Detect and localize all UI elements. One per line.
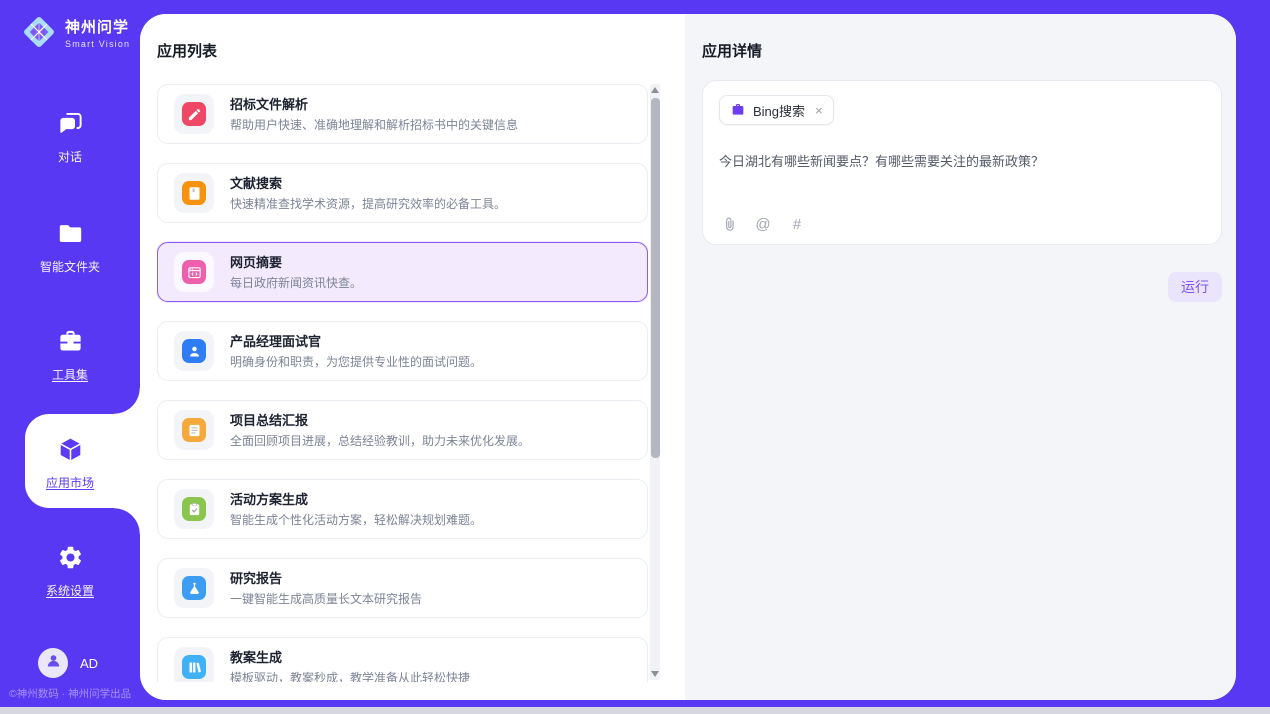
browser-code-icon	[182, 260, 206, 284]
person-icon	[182, 339, 206, 363]
app-list-item[interactable]: 项目总结汇报 全面回顾项目进展，总结经验教训，助力未来优化发展。	[157, 400, 648, 460]
note-icon	[182, 418, 206, 442]
sidebar-item-0[interactable]: 对话	[0, 110, 140, 165]
gear-icon	[57, 544, 84, 571]
books-icon	[182, 655, 206, 679]
app-list-pane: 应用列表 招标文件解析 帮助用户快速、准确地理解和解析招标书中的关键信息 文献搜…	[140, 14, 685, 700]
app-desc: 全面回顾项目进展，总结经验教训，助力未来优化发展。	[230, 435, 530, 447]
run-button[interactable]: 运行	[1168, 272, 1222, 302]
paperclip-icon[interactable]	[720, 215, 738, 233]
app-list-scrollbar[interactable]	[650, 84, 660, 680]
app-desc: 每日政府新闻资讯快查。	[230, 277, 362, 289]
prompt-card[interactable]: Bing搜索 × 今日湖北有哪些新闻要点？有哪些需要关注的最新政策？ @ #	[702, 80, 1222, 245]
sidebar-item-label: 系统设置	[0, 582, 140, 599]
brand-subtitle: Smart Vision	[65, 39, 130, 49]
at-icon[interactable]: @	[754, 215, 772, 233]
app-title: 教案生成	[230, 651, 470, 664]
brand-name: 神州问学	[65, 16, 130, 37]
clipboard-check-icon	[182, 497, 206, 521]
app-list-item[interactable]: 教案生成 模板驱动，教案秒成，教学准备从此轻松快捷	[157, 637, 648, 682]
taskbar-strip	[0, 707, 1270, 714]
app-desc: 模板驱动，教案秒成，教学准备从此轻松快捷	[230, 672, 470, 683]
app-desc: 快速精准查找学术资源，提高研究效率的必备工具。	[230, 198, 506, 210]
main-panel: 应用列表 招标文件解析 帮助用户快速、准确地理解和解析招标书中的关键信息 文献搜…	[140, 14, 1236, 700]
app-title: 文献搜索	[230, 177, 506, 190]
cube-icon	[57, 436, 84, 463]
app-desc: 明确身份和职责，为您提供专业性的面试问题。	[230, 356, 482, 368]
scroll-down-icon[interactable]	[651, 671, 659, 677]
app-window: 神州问学 Smart Vision 对话 智能文件夹 工具集 应用市场 系统设置…	[0, 0, 1270, 714]
hash-icon[interactable]: #	[788, 215, 806, 233]
tool-chip-label: Bing搜索	[753, 101, 805, 120]
sidebar-item-2[interactable]: 工具集	[0, 328, 140, 383]
app-title: 网页摘要	[230, 256, 362, 269]
brand-logo-icon	[20, 13, 58, 51]
brand-logo: 神州问学 Smart Vision	[20, 13, 130, 51]
user-icon	[45, 652, 62, 674]
app-list-item[interactable]: 招标文件解析 帮助用户快速、准确地理解和解析招标书中的关键信息	[157, 84, 648, 144]
brand-text: 神州问学 Smart Vision	[65, 16, 130, 49]
sidebar-item-label: 智能文件夹	[0, 258, 140, 275]
toolbox-icon	[57, 328, 84, 355]
sidebar-item-label: 工具集	[0, 366, 140, 383]
sidebar: 神州问学 Smart Vision 对话 智能文件夹 工具集 应用市场 系统设置…	[0, 0, 140, 714]
app-list-item[interactable]: 文献搜索 快速精准查找学术资源，提高研究效率的必备工具。	[157, 163, 648, 223]
tool-chip-bing-search[interactable]: Bing搜索 ×	[719, 95, 834, 125]
sidebar-item-1[interactable]: 智能文件夹	[0, 220, 140, 275]
app-detail-title: 应用详情	[702, 40, 762, 61]
sidebar-item-label: 应用市场	[0, 474, 140, 491]
sidebar-item-4[interactable]: 系统设置	[0, 544, 140, 599]
chat-icon	[57, 110, 84, 137]
scroll-up-icon[interactable]	[651, 87, 659, 93]
avatar[interactable]	[38, 648, 68, 678]
user-name: AD	[80, 656, 98, 671]
app-desc: 一键智能生成高质量长文本研究报告	[230, 593, 422, 605]
chip-close-icon[interactable]: ×	[815, 103, 823, 118]
app-list-item[interactable]: 网页摘要 每日政府新闻资讯快查。	[157, 242, 648, 302]
app-detail-pane: 应用详情 Bing搜索 × 今日湖北有哪些新闻要点？有哪些需要关注的最新政策？ …	[685, 14, 1236, 700]
sidebar-item-3[interactable]: 应用市场	[0, 436, 140, 491]
prompt-text[interactable]: 今日湖北有哪些新闻要点？有哪些需要关注的最新政策？	[719, 151, 1205, 170]
app-list-title: 应用列表	[157, 40, 217, 61]
sidebar-item-label: 对话	[0, 148, 140, 165]
flask-icon	[182, 576, 206, 600]
app-title: 研究报告	[230, 572, 422, 585]
run-row: 运行	[1168, 272, 1222, 302]
app-list-item[interactable]: 产品经理面试官 明确身份和职责，为您提供专业性的面试问题。	[157, 321, 648, 381]
app-list-item[interactable]: 研究报告 一键智能生成高质量长文本研究报告	[157, 558, 648, 618]
scrollbar-thumb[interactable]	[651, 98, 660, 458]
app-title: 项目总结汇报	[230, 414, 530, 427]
active-nav-bubble-notch-bottom	[114, 508, 140, 534]
app-title: 产品经理面试官	[230, 335, 482, 348]
app-title: 活动方案生成	[230, 493, 482, 506]
input-toolbar: @ #	[720, 215, 806, 233]
folder-icon	[57, 220, 84, 247]
app-list: 招标文件解析 帮助用户快速、准确地理解和解析招标书中的关键信息 文献搜索 快速精…	[157, 84, 648, 682]
pencil-icon	[182, 102, 206, 126]
app-list-item[interactable]: 活动方案生成 智能生成个性化活动方案，轻松解决规划难题。	[157, 479, 648, 539]
app-desc: 帮助用户快速、准确地理解和解析招标书中的关键信息	[230, 119, 518, 131]
user-profile[interactable]: AD	[38, 648, 98, 678]
book-icon	[182, 181, 206, 205]
copyright-text: ©神州数码 · 神州问学出品	[9, 686, 131, 701]
app-desc: 智能生成个性化活动方案，轻松解决规划难题。	[230, 514, 482, 526]
briefcase-icon	[730, 102, 746, 118]
active-nav-bubble-notch-top	[114, 388, 140, 414]
app-title: 招标文件解析	[230, 98, 518, 111]
